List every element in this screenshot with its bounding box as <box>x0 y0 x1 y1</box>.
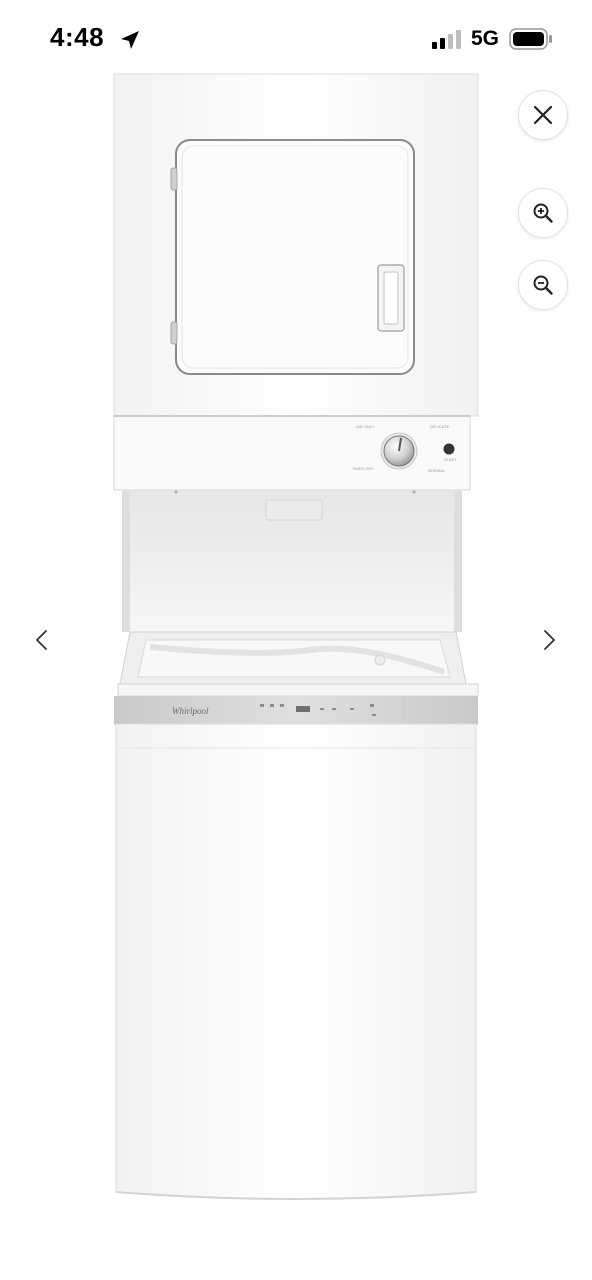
battery-icon <box>509 28 552 50</box>
previous-image-button[interactable] <box>26 622 58 658</box>
svg-text:DELICATE: DELICATE <box>430 424 450 429</box>
svg-text:AIR ONLY: AIR ONLY <box>356 424 375 429</box>
svg-text:START: START <box>444 457 457 462</box>
chevron-right-icon <box>544 630 555 650</box>
location-arrow-icon <box>121 31 139 49</box>
status-time: 4:48 <box>50 22 105 52</box>
zoom-in-button[interactable] <box>518 188 568 238</box>
chevron-left-icon <box>36 630 47 650</box>
svg-text:TIMED DRY: TIMED DRY <box>352 466 374 471</box>
status-bar: 4:48 5G <box>0 0 592 80</box>
svg-text:NORMAL: NORMAL <box>428 468 446 473</box>
zoom-out-icon <box>533 275 553 295</box>
zoom-out-button[interactable] <box>518 260 568 310</box>
signal-bars-icon <box>432 30 461 49</box>
zoom-in-icon <box>533 203 553 223</box>
stacked-washer-dryer-illustration: AIR ONLY DELICATE TIMED DRY NORMAL START… <box>113 73 479 1200</box>
brand-mark: Whirlpool <box>172 706 209 716</box>
network-type: 5G <box>471 27 500 50</box>
product-image: AIR ONLY DELICATE TIMED DRY NORMAL START… <box>110 72 482 1212</box>
close-icon <box>533 105 553 125</box>
close-button[interactable] <box>518 90 568 140</box>
next-image-button[interactable] <box>533 622 565 658</box>
